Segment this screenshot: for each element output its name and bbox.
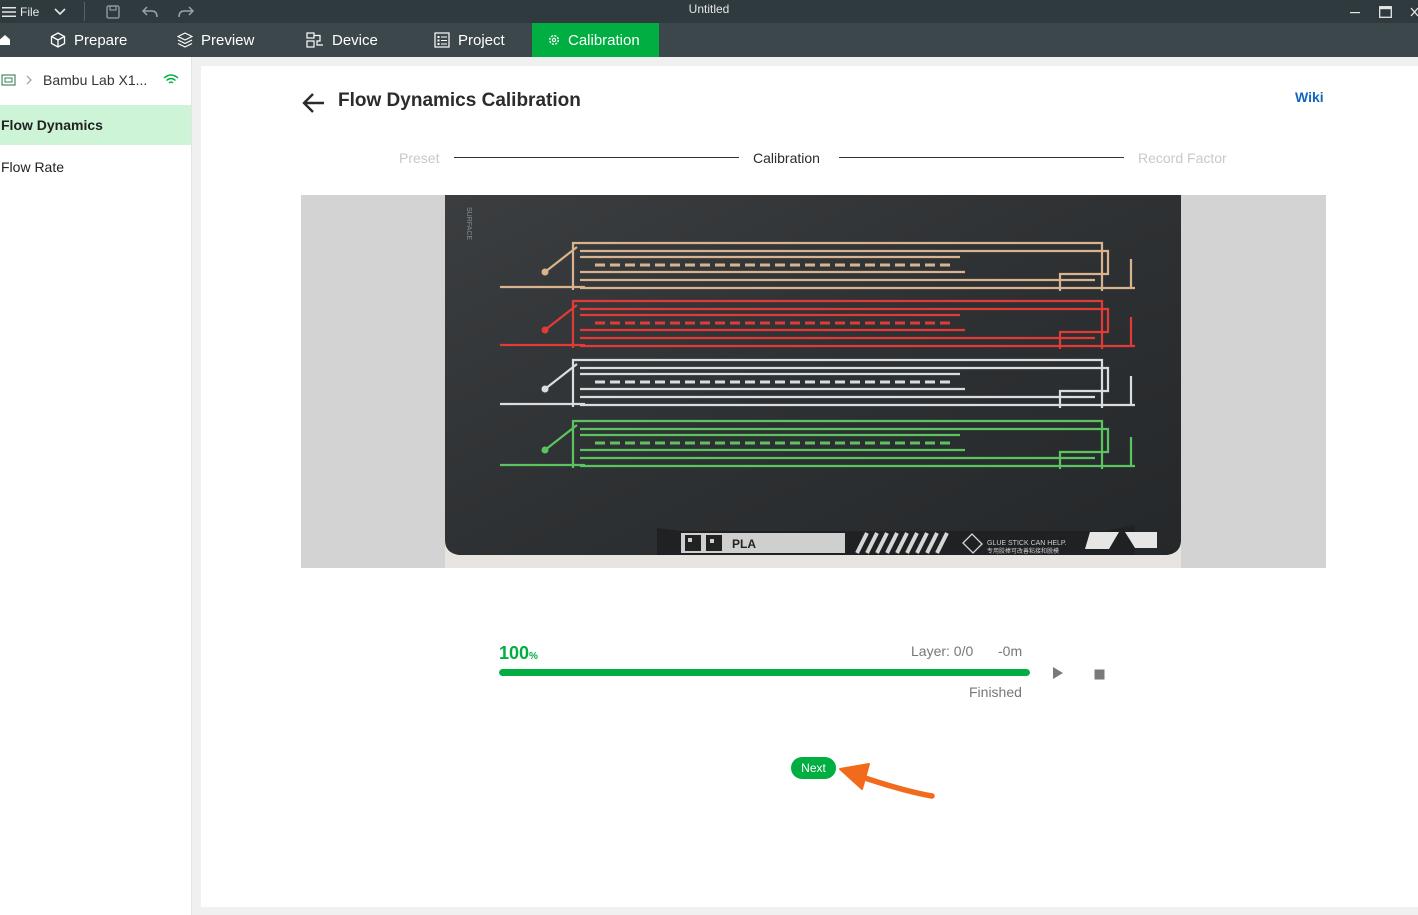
progress-bar xyxy=(499,669,1030,676)
chevron-down-icon xyxy=(54,7,66,15)
tab-project[interactable]: Project xyxy=(434,23,505,57)
redo-button[interactable] xyxy=(178,0,194,23)
tab-project-label: Project xyxy=(458,31,505,49)
wifi-icon xyxy=(163,74,179,84)
plate-brand-text: PLA xyxy=(732,537,756,551)
tab-calibration[interactable]: Calibration xyxy=(532,23,659,57)
chevron-right-icon xyxy=(26,75,32,85)
printer-name: Bambu Lab X1... xyxy=(43,72,148,88)
progress-percent: 100% xyxy=(499,643,538,664)
tab-prepare[interactable]: Prepare xyxy=(50,23,127,57)
title-bar: File Untitled xyxy=(0,0,1418,23)
calibration-plate-image: SURFACE PLA GLUE STICK CAN HELP. 专用胶棒可改善… xyxy=(445,195,1181,568)
annotation-arrow-icon xyxy=(839,763,935,799)
step-calibration: Calibration xyxy=(753,150,820,166)
home-button[interactable] xyxy=(0,23,18,57)
maximize-button[interactable] xyxy=(1379,0,1392,23)
undo-button[interactable] xyxy=(142,0,158,23)
tab-prepare-label: Prepare xyxy=(74,31,128,49)
hamburger-menu-icon xyxy=(2,6,16,17)
printer-selector[interactable]: Bambu Lab X1... xyxy=(0,69,190,91)
sidebar: Bambu Lab X1... Flow Dynamics Flow Rate xyxy=(0,57,192,915)
tab-device[interactable]: Device xyxy=(306,23,378,57)
minimize-icon xyxy=(1350,11,1360,13)
progress-percent-unit: % xyxy=(529,651,538,662)
menu-dropdown-button[interactable] xyxy=(54,0,66,23)
arrow-left-icon xyxy=(302,93,324,113)
titlebar-divider xyxy=(84,2,85,21)
tab-preview-label: Preview xyxy=(201,31,255,49)
print-trace-start xyxy=(541,446,549,454)
plate-warning-text: GLUE STICK CAN HELP. xyxy=(987,540,1067,547)
print-trace-start xyxy=(541,268,549,276)
window-title: Untitled xyxy=(688,2,730,16)
layers-icon xyxy=(177,32,193,48)
save-button[interactable] xyxy=(106,0,120,23)
resume-button[interactable] xyxy=(1052,666,1064,685)
redo-icon xyxy=(178,5,194,17)
sidebar-item-flow-dynamics[interactable]: Flow Dynamics xyxy=(0,105,191,145)
step-record-factor: Record Factor xyxy=(1138,150,1227,166)
play-icon xyxy=(1053,667,1063,679)
calibration-image-frame: SURFACE PLA GLUE STICK CAN HELP. 专用胶棒可改善… xyxy=(301,195,1326,568)
gear-icon xyxy=(549,35,559,45)
device-icon xyxy=(306,32,323,48)
stop-icon xyxy=(1094,669,1105,680)
home-icon xyxy=(0,35,10,45)
step-connector xyxy=(454,157,739,158)
sidebar-item-flow-rate[interactable]: Flow Rate xyxy=(0,147,191,187)
next-button[interactable]: Next xyxy=(791,757,836,779)
project-icon xyxy=(434,32,450,48)
back-button[interactable] xyxy=(302,91,326,120)
wiki-link[interactable]: Wiki xyxy=(1295,89,1324,105)
tab-calibration-label: Calibration xyxy=(568,31,640,49)
progress-bar-fill xyxy=(499,669,1030,676)
file-menu-label: File xyxy=(20,4,40,19)
print-trace-start xyxy=(541,326,549,334)
minimize-button[interactable] xyxy=(1349,0,1361,23)
layer-count: Layer: 0/0 xyxy=(911,643,974,659)
tab-device-label: Device xyxy=(332,31,378,49)
step-preset: Preset xyxy=(399,150,440,166)
progress-percent-value: 100 xyxy=(499,643,530,663)
page-title: Flow Dynamics Calibration xyxy=(338,90,581,111)
plate-warning-text-cn: 专用胶棒可改善粘接和脱模 xyxy=(987,547,1059,555)
stop-button[interactable] xyxy=(1094,667,1105,685)
save-icon xyxy=(106,4,120,19)
maximize-icon xyxy=(1379,5,1392,18)
undo-icon xyxy=(142,5,158,17)
sidebar-item-label: Flow Dynamics xyxy=(1,117,103,133)
tab-preview[interactable]: Preview xyxy=(177,23,254,57)
plate-side-text: SURFACE xyxy=(465,207,472,240)
print-status: Finished xyxy=(969,684,1022,700)
remaining-time: -0m xyxy=(998,643,1023,659)
main-navigation: Prepare Preview Device Project Calibrati… xyxy=(0,23,1418,57)
close-icon xyxy=(1410,7,1418,16)
file-menu[interactable]: File xyxy=(2,0,39,23)
close-button[interactable] xyxy=(1410,0,1418,23)
cube-icon xyxy=(50,32,66,48)
printer-icon xyxy=(1,74,16,86)
sidebar-item-label: Flow Rate xyxy=(1,159,65,175)
step-connector xyxy=(839,157,1124,158)
print-trace-start xyxy=(541,385,549,393)
